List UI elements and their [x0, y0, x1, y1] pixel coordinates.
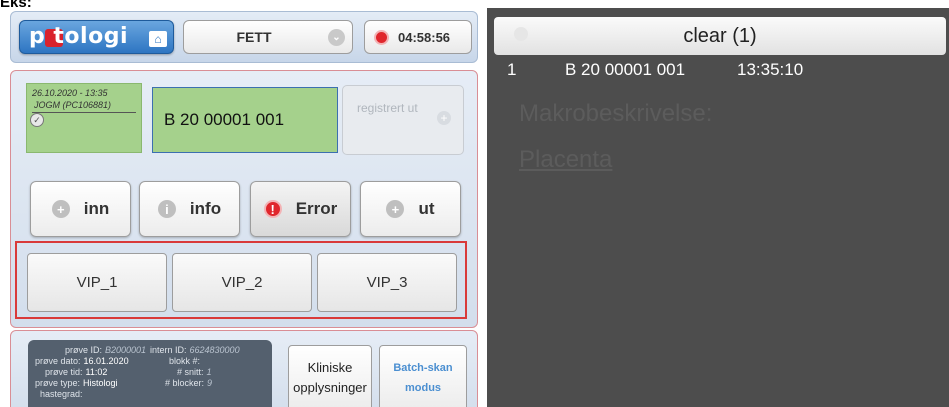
logo-text: p tologi: [29, 24, 128, 49]
logo[interactable]: p tologi ⌂: [19, 20, 174, 54]
error-button-label: Error: [295, 199, 338, 218]
info-value: B2000001: [105, 345, 147, 355]
info-value: 6624830000: [189, 345, 240, 355]
info-key: prøve dato:: [35, 356, 81, 366]
main-box: 26.10.2020 - 13:35 JOGM (PC106881) ✓ B 2…: [10, 70, 478, 328]
inn-button-label: inn: [83, 199, 110, 218]
info-value: 9: [207, 378, 213, 388]
info-value: Histologi: [83, 378, 118, 388]
registered-out-label: registrert ut: [357, 101, 418, 115]
plus-icon: +: [51, 200, 70, 218]
info-key: intern ID:: [150, 345, 187, 355]
user-stamp: 26.10.2020 - 13:35 JOGM (PC106881) ✓: [26, 83, 142, 153]
info-row: prøve dato: 16.01.2020: [35, 356, 129, 366]
vip-group: VIP_1 VIP_2 VIP_3: [15, 241, 467, 319]
info-key: # blocker:: [165, 378, 205, 388]
user-stamp-divider: [32, 112, 136, 113]
app-root: Eks: p tologi ⌂ FETT ⌄ 04:58:56 26.10.20…: [0, 0, 949, 407]
sample-info-panel: prøve ID: B2000001 intern ID: 6624830000 p…: [28, 340, 272, 407]
fett-select-label: FETT: [236, 29, 272, 45]
info-row: intern ID: 6624830000: [150, 345, 240, 355]
info-value: 16.01.2020: [83, 356, 129, 366]
log-time: 13:35:10: [737, 60, 804, 79]
log-sample-id: B 20 00001 001: [565, 60, 686, 79]
macro-description-label: Makrobeskrivelse:: [519, 100, 713, 127]
home-icon[interactable]: ⌂: [149, 31, 167, 47]
info-row: blokk #:: [169, 356, 203, 366]
info-key: hastegrad:: [40, 389, 83, 399]
session-timer[interactable]: 04:58:56: [364, 20, 472, 54]
vip-1-button[interactable]: VIP_1: [27, 253, 167, 312]
vip-3-button[interactable]: VIP_3: [317, 253, 457, 312]
macro-description-value: Placenta: [519, 146, 613, 173]
check-icon: ✓: [30, 113, 44, 127]
ut-button[interactable]: + ut: [360, 181, 461, 237]
batch-scan-button[interactable]: Batch-skan modus: [379, 345, 467, 407]
right-panel: clear (1) 1 B 20 00001 001 13:35:10 Makr…: [487, 8, 949, 407]
info-row: hastegrad:: [40, 389, 83, 399]
info-key: prøve ID:: [65, 345, 103, 355]
user-stamp-name: JOGM (PC106881): [34, 100, 112, 110]
timer-text: 04:58:56: [398, 30, 451, 45]
info-key: prøve type:: [35, 378, 81, 388]
info-row: # blocker: 9: [165, 378, 212, 388]
plus-icon: +: [437, 111, 451, 125]
info-row: prøve ID: B2000001: [65, 345, 146, 355]
info-button[interactable]: i info: [139, 181, 240, 237]
clinical-info-line1: Kliniske: [307, 360, 353, 375]
ut-button-label: ut: [418, 199, 435, 218]
batch-scan-line1: Batch-skan: [393, 362, 453, 374]
sample-id-field[interactable]: B 20 00001 001: [152, 87, 338, 153]
fett-select[interactable]: FETT ⌄: [183, 20, 353, 54]
inn-button[interactable]: + inn: [30, 181, 131, 237]
log-number: 1: [507, 60, 517, 79]
info-key: prøve tid:: [45, 367, 83, 377]
info-value: 11:02: [85, 367, 108, 377]
alert-icon: !: [263, 200, 282, 218]
plus-icon: +: [386, 200, 405, 218]
clear-label: clear (1): [683, 25, 757, 47]
clear-button[interactable]: clear (1): [494, 17, 946, 55]
error-button[interactable]: ! Error: [250, 181, 351, 237]
chevron-down-icon: ⌄: [328, 29, 345, 46]
left-panel: p tologi ⌂ FETT ⌄ 04:58:56 26.10.2020 - …: [0, 8, 484, 407]
info-button-label: info: [189, 199, 222, 218]
registered-out-button[interactable]: registrert ut +: [342, 85, 464, 155]
info-row: prøve tid: 11:02: [45, 367, 107, 377]
timer-icon: [374, 30, 389, 45]
clinical-info-line2: opplysninger: [293, 380, 367, 395]
info-key: # snitt:: [177, 367, 204, 377]
info-row: # snitt: 1: [177, 367, 212, 377]
user-stamp-date: 26.10.2020 - 13:35: [32, 88, 108, 98]
info-row: prøve type: Histologi: [35, 378, 118, 388]
header-bar: p tologi ⌂ FETT ⌄ 04:58:56: [10, 11, 478, 63]
info-value: 1: [206, 367, 212, 377]
sample-info-box: prøve ID: B2000001 intern ID: 6624830000 p…: [10, 330, 478, 407]
info-icon: i: [157, 200, 176, 218]
vip-2-button[interactable]: VIP_2: [172, 253, 312, 312]
clinical-info-button[interactable]: Kliniske opplysninger: [288, 345, 372, 407]
batch-scan-line2: modus: [404, 382, 442, 394]
info-key: blokk #:: [169, 356, 201, 366]
